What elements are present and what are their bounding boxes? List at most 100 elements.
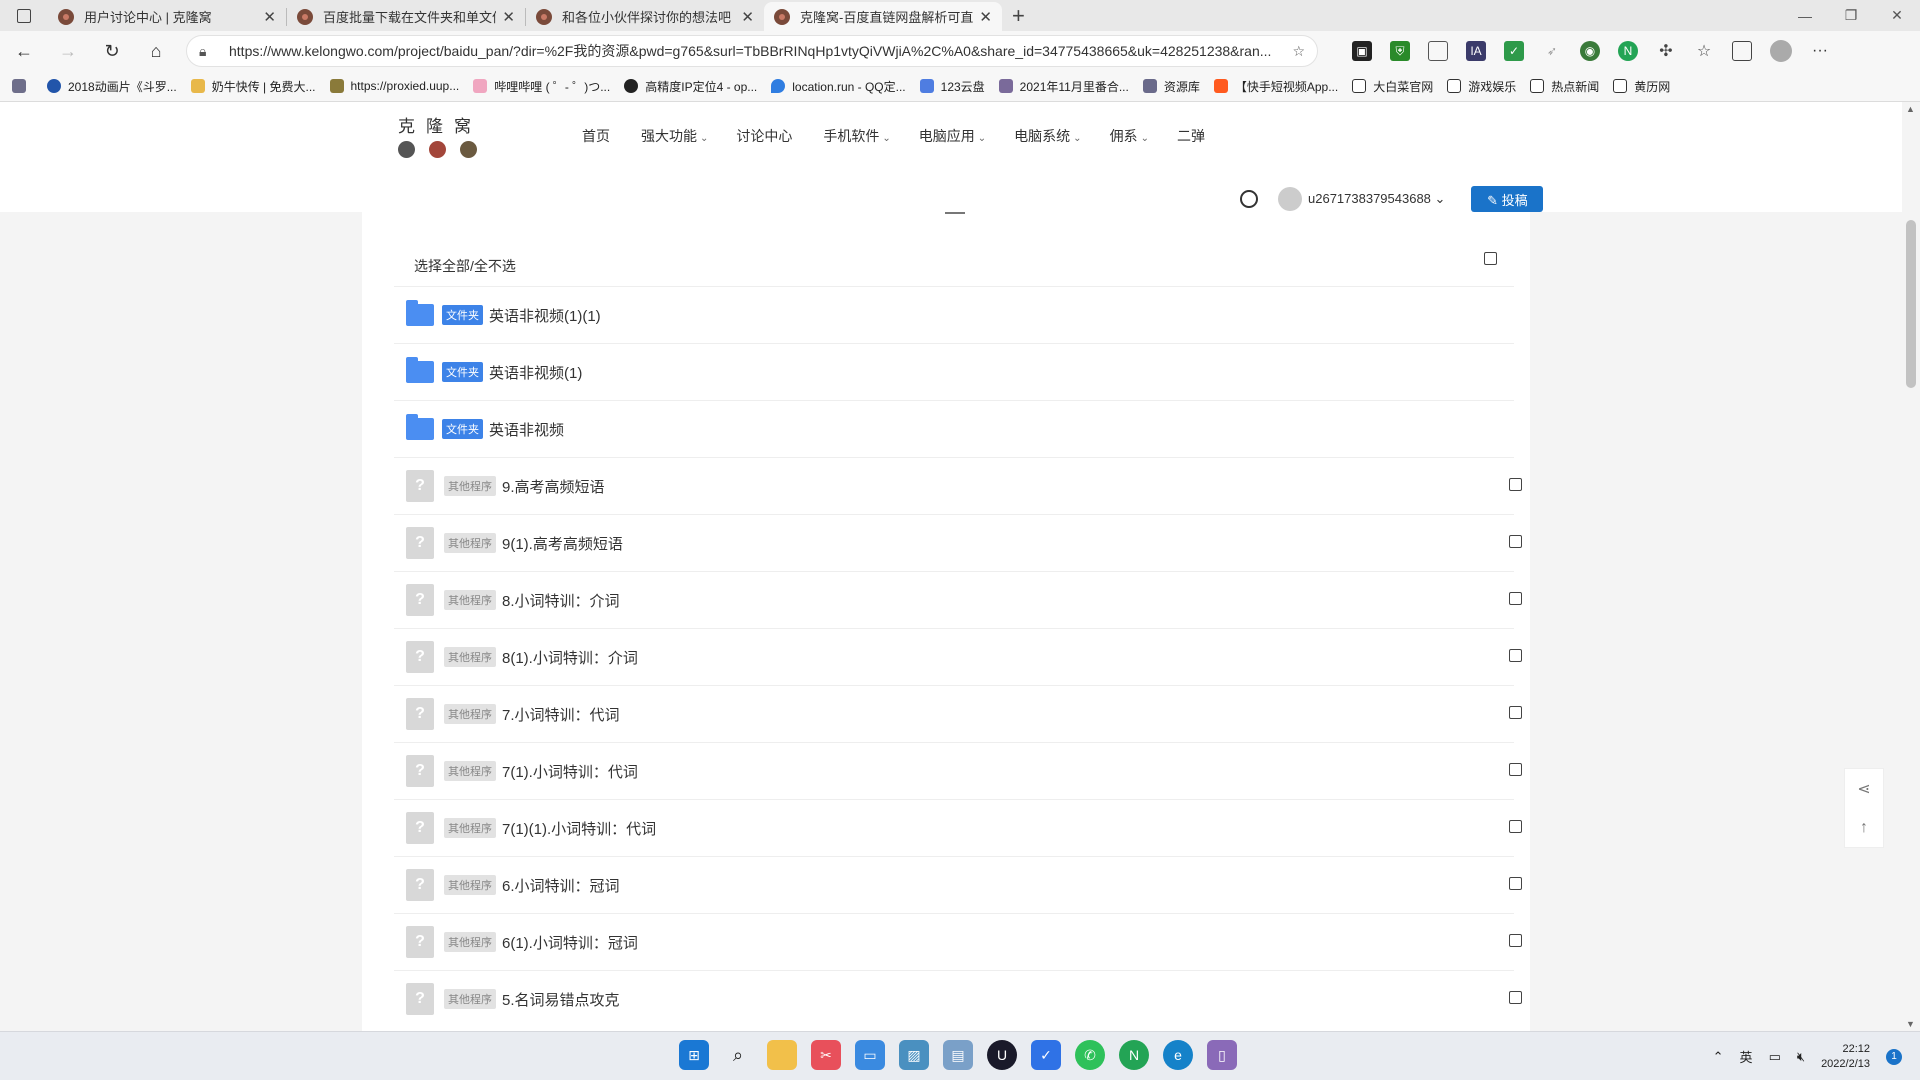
app-icon[interactable]: ▭: [855, 1040, 885, 1070]
bookmark-item[interactable]: https://proxied.uup...: [329, 79, 459, 93]
post-button[interactable]: ✎ 投稿: [1471, 186, 1544, 212]
volume-muted-icon[interactable]: 🔇︎: [1797, 1049, 1805, 1065]
file-checkbox[interactable]: [1509, 592, 1522, 605]
scroll-up-icon[interactable]: ▲: [1906, 104, 1915, 114]
nav-item-yongxi[interactable]: 佣系 ⌄: [1110, 126, 1149, 146]
avatar[interactable]: [1278, 187, 1302, 211]
file-name[interactable]: 6(1).小词特训：冠词: [502, 932, 638, 953]
nav-item-pc-apps[interactable]: 电脑应用 ⌄: [919, 126, 986, 146]
n-extension-icon[interactable]: N: [1618, 41, 1638, 61]
collections-icon[interactable]: [1732, 41, 1752, 61]
tab-baidu-pan-active[interactable]: 克隆窝-百度直链网盘解析可直接 ✕: [764, 2, 1002, 31]
file-name[interactable]: 8.小词特训：介词: [502, 590, 620, 611]
copy-icon[interactable]: [1428, 41, 1448, 61]
file-checkbox[interactable]: [1509, 877, 1522, 890]
bookmark-item[interactable]: location.run - QQ定...: [771, 78, 906, 95]
chevron-up-icon[interactable]: ⌃: [1713, 1049, 1724, 1065]
clock[interactable]: 22:12 2022/2/13: [1821, 1042, 1870, 1072]
bookmark-item[interactable]: 热点新闻: [1530, 78, 1599, 95]
file-row[interactable]: ? 其他程序 6(1).小词特训：冠词: [394, 913, 1522, 970]
file-checkbox[interactable]: [1509, 820, 1522, 833]
restore-button[interactable]: ❐: [1828, 0, 1874, 31]
home-button[interactable]: ⌂: [136, 34, 176, 68]
n-app-icon[interactable]: N: [1119, 1040, 1149, 1070]
file-checkbox[interactable]: [1509, 763, 1522, 776]
tab-close-button[interactable]: ✕: [263, 8, 276, 26]
puzzle-icon[interactable]: ✣: [1656, 41, 1676, 61]
feather-icon[interactable]: ➶: [1542, 41, 1562, 61]
file-name[interactable]: 7(1).小词特训：代词: [502, 761, 638, 782]
notification-badge[interactable]: 1: [1886, 1048, 1902, 1065]
search-icon[interactable]: [1240, 190, 1258, 208]
favorite-star-icon[interactable]: ☆: [1292, 43, 1305, 60]
minimize-button[interactable]: —: [1782, 0, 1828, 31]
shield-icon[interactable]: ⛨: [1390, 41, 1410, 61]
bookmark-item[interactable]: 高精度IP定位4 - op...: [624, 78, 757, 95]
bookmark-item[interactable]: 哔哩哔哩 ( ゜- ゜)つ...: [473, 78, 610, 95]
tab-actions-button[interactable]: [0, 0, 48, 31]
file-name[interactable]: 7.小词特训：代词: [502, 704, 620, 725]
more-menu-icon[interactable]: ···: [1810, 41, 1830, 61]
ia-extension-icon[interactable]: IA: [1466, 41, 1486, 61]
folder-row[interactable]: 文件夹 英语非视频(1)(1): [394, 286, 1514, 343]
file-checkbox[interactable]: [1509, 991, 1522, 1004]
tab-close-button[interactable]: ✕: [502, 8, 515, 26]
tab-close-button[interactable]: ✕: [979, 8, 992, 26]
nav-item-discussion[interactable]: 讨论中心: [736, 126, 795, 146]
file-row[interactable]: ? 其他程序 7(1).小词特训：代词: [394, 742, 1522, 799]
search-icon[interactable]: ⌕: [723, 1040, 753, 1070]
bookmark-item[interactable]: 【快手短视频App...: [1213, 78, 1338, 95]
windows-start-icon[interactable]: ⊞: [679, 1040, 709, 1070]
check-extension-icon[interactable]: ✓: [1504, 41, 1524, 61]
intellij-icon[interactable]: U: [987, 1040, 1017, 1070]
file-name[interactable]: 7(1)(1).小词特训：代词: [502, 818, 656, 839]
photos-icon[interactable]: ▨: [899, 1040, 929, 1070]
forward-button[interactable]: →: [48, 34, 88, 68]
file-checkbox[interactable]: [1509, 706, 1522, 719]
file-row[interactable]: ? 其他程序 5.名词易错点攻克: [394, 970, 1522, 1027]
back-button[interactable]: ←: [4, 34, 44, 68]
scroll-down-icon[interactable]: ▼: [1906, 1019, 1915, 1029]
scrollbar-thumb[interactable]: [1906, 220, 1916, 388]
favorites-icon[interactable]: ☆: [1694, 41, 1714, 61]
file-row[interactable]: ? 其他程序 8.小词特训：介词: [394, 571, 1522, 628]
snipping-tool-icon[interactable]: ✂: [811, 1040, 841, 1070]
bookmark-item[interactable]: [12, 79, 33, 93]
bookmark-item[interactable]: 大白菜官网: [1352, 78, 1433, 95]
bookmark-item[interactable]: 123云盘: [919, 78, 985, 95]
tab-discussion[interactable]: 用户讨论中心 | 克隆窝 ✕: [48, 2, 286, 31]
file-checkbox[interactable]: [1509, 934, 1522, 947]
file-row[interactable]: ? 其他程序 8(1).小词特训：介词: [394, 628, 1522, 685]
notepad-icon[interactable]: ▯: [1207, 1040, 1237, 1070]
tab-batch-download[interactable]: 百度批量下载在文件夹和单文件 ✕: [287, 2, 525, 31]
file-name[interactable]: 英语非视频(1)(1): [489, 305, 601, 326]
tab-close-button[interactable]: ✕: [741, 8, 754, 26]
select-all-checkbox[interactable]: [1484, 252, 1497, 265]
nav-item-pc-systems[interactable]: 电脑系统 ⌄: [1014, 126, 1081, 146]
ime-indicator[interactable]: 英: [1740, 1047, 1753, 1066]
bookmark-item[interactable]: 2021年11月里番合...: [998, 78, 1129, 95]
file-name[interactable]: 9(1).高考高频短语: [502, 533, 623, 554]
file-row[interactable]: ? 其他程序 9.高考高频短语: [394, 457, 1522, 514]
file-row[interactable]: ? 其他程序 7(1)(1).小词特训：代词: [394, 799, 1522, 856]
share-icon[interactable]: ⋖: [1857, 779, 1870, 799]
network-icon[interactable]: ▭: [1769, 1049, 1781, 1065]
bookmark-item[interactable]: 游戏娱乐: [1447, 78, 1516, 95]
nav-item-mobile[interactable]: 手机软件 ⌄: [823, 126, 890, 146]
nav-item-home[interactable]: 首页: [582, 126, 613, 146]
extension-icon[interactable]: ▣: [1352, 41, 1372, 61]
file-name[interactable]: 5.名词易错点攻克: [502, 989, 620, 1010]
file-row[interactable]: ? 其他程序 7.小词特训：代词: [394, 685, 1522, 742]
wechat-icon[interactable]: ✆: [1075, 1040, 1105, 1070]
folder-row[interactable]: 文件夹 英语非视频(1): [394, 343, 1514, 400]
nav-item-features[interactable]: 强大功能 ⌄: [641, 126, 708, 146]
file-name[interactable]: 英语非视频(1): [489, 362, 582, 383]
file-row[interactable]: ? 其他程序 6.小词特训：冠词: [394, 856, 1522, 913]
bookmark-item[interactable]: 奶牛快传 | 免费大...: [190, 78, 316, 95]
profile-avatar-icon[interactable]: [1770, 40, 1792, 62]
file-name[interactable]: 9.高考高频短语: [502, 476, 605, 497]
nav-item-erdan[interactable]: 二弹: [1177, 126, 1208, 146]
tab-ideas[interactable]: 和各位小伙伴探讨你的想法吧 | 克 ✕: [526, 2, 764, 31]
chart-app-icon[interactable]: ▤: [943, 1040, 973, 1070]
file-checkbox[interactable]: [1509, 535, 1522, 548]
